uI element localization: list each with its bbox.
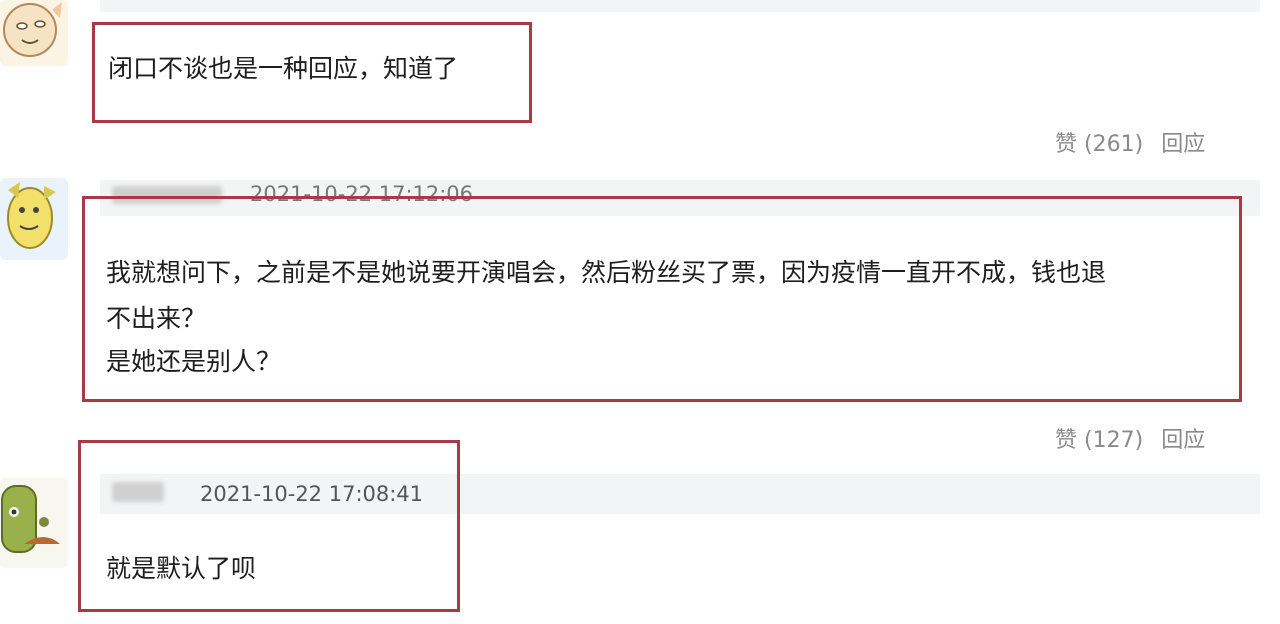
comment-actions: 赞 (261) 回应 <box>1055 126 1205 158</box>
like-button[interactable]: 赞 (127) <box>1055 428 1143 453</box>
comment-text-line: 我就想问下，之前是不是她说要开演唱会，然后粉丝买了票，因为疫情一直开不成，钱也退 <box>106 258 1107 287</box>
comment-text-line: 不出来？ <box>106 304 207 333</box>
green-character-avatar-icon <box>0 478 68 568</box>
mascot-avatar-icon <box>0 178 68 260</box>
reply-button[interactable]: 回应 <box>1161 428 1205 453</box>
reply-button[interactable]: 回应 <box>1161 132 1205 157</box>
like-label: 赞 <box>1055 132 1078 157</box>
comment-text: 就是默认了呗 <box>106 554 257 583</box>
avatar[interactable] <box>0 178 68 260</box>
comment-actions: 赞 (127) 回应 <box>1055 422 1205 454</box>
username-blurred[interactable] <box>112 482 164 502</box>
comment-timestamp: 2021-10-22 17:08:41 <box>200 482 424 506</box>
comment-meta-strip <box>100 0 1260 12</box>
avatar[interactable] <box>0 478 68 568</box>
like-count: (261) <box>1084 132 1144 157</box>
avatar[interactable] <box>0 0 68 66</box>
cat-avatar-icon <box>0 0 68 66</box>
like-count: (127) <box>1084 428 1144 453</box>
like-label: 赞 <box>1055 428 1078 453</box>
like-button[interactable]: 赞 (261) <box>1055 132 1143 157</box>
comment-text-line: 是她还是别人？ <box>106 347 282 376</box>
comment-text: 闭口不谈也是一种回应，知道了 <box>108 54 459 83</box>
